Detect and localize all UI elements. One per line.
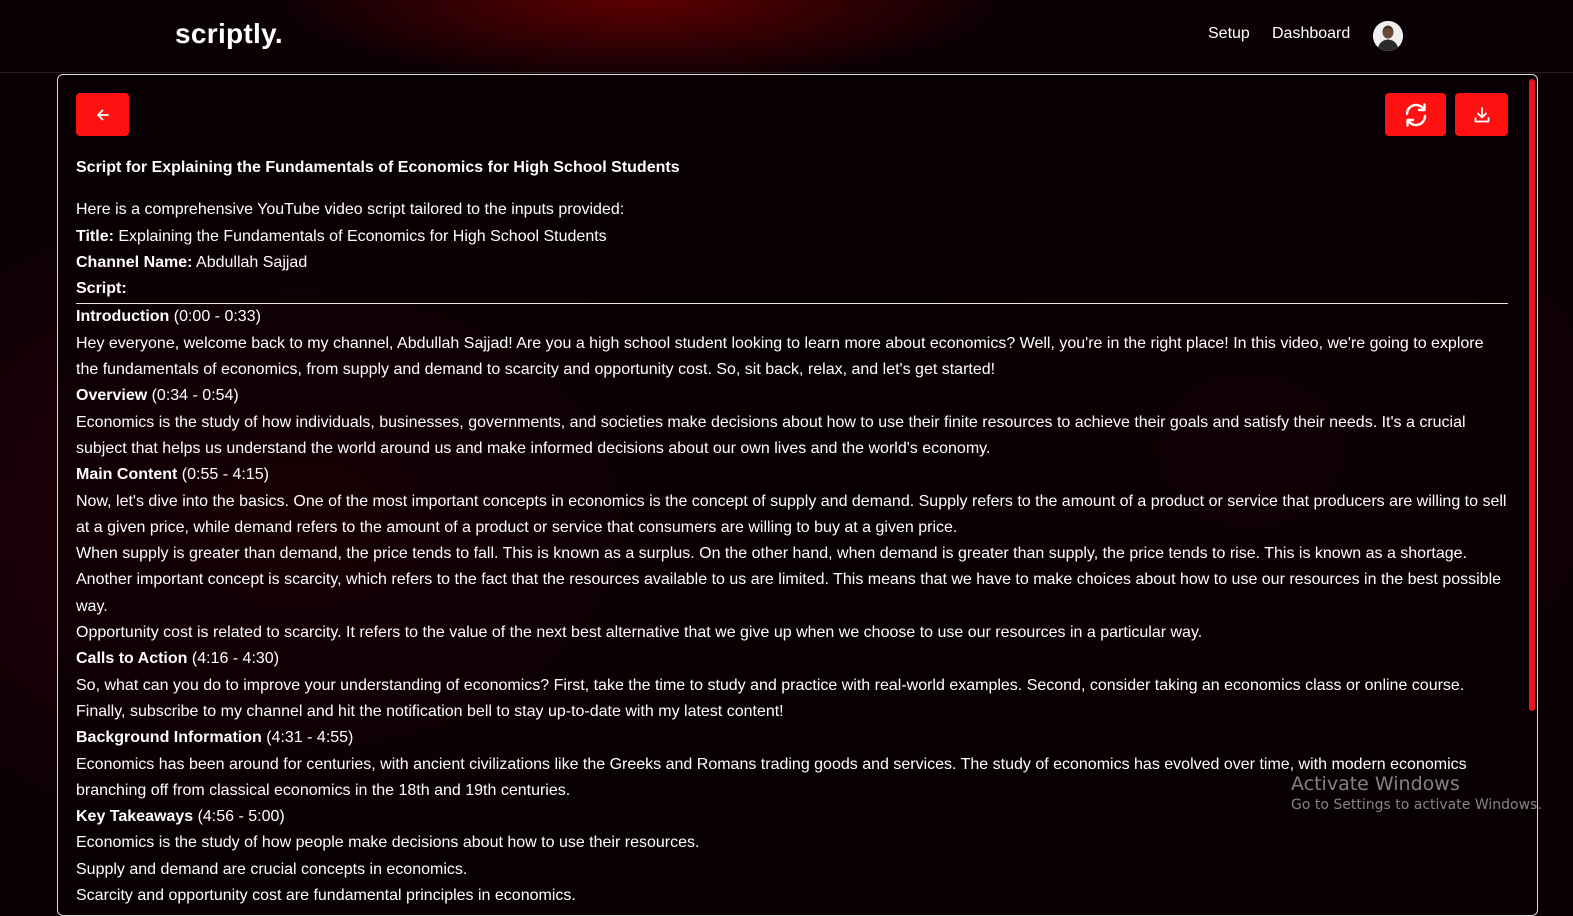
takeaway-item: Scarcity and opportunity cost are fundam…	[76, 887, 576, 905]
section-time: (0:55 - 4:15)	[177, 466, 269, 484]
section-time: (4:16 - 4:30)	[187, 650, 280, 668]
section-time: (0:34 - 0:54)	[147, 387, 239, 405]
section-label: Overview	[76, 387, 148, 405]
takeaway-item: Economics is the study of how people mak…	[76, 834, 700, 852]
section-time: (4:56 - 5:00)	[193, 808, 285, 826]
channel-value: Abdullah Sajjad	[192, 253, 308, 271]
section-label: Key Takeaways	[76, 808, 194, 826]
arrow-left-icon	[96, 109, 109, 120]
section-time: (4:31 - 4:55)	[261, 729, 354, 747]
watermark-subtitle: Go to Settings to activate Windows.	[1291, 797, 1542, 813]
main-content-paragraph: Another important concept is scarcity, w…	[76, 571, 1502, 615]
section-heading-background-information: Background Information (4:31 - 4:55)	[76, 725, 1508, 751]
section-label: Main Content	[76, 466, 178, 484]
download-icon	[1474, 106, 1489, 122]
user-avatar[interactable]	[1373, 21, 1403, 51]
channel-line: Channel Name: Abdullah Sajjad	[76, 250, 1508, 276]
title-value: Explaining the Fundamentals of Economics…	[113, 227, 607, 245]
main-content-paragraph: Opportunity cost is related to scarcity.…	[76, 624, 1203, 642]
section-heading-introduction: Introduction (0:00 - 0:33)	[76, 304, 1508, 330]
nav-link-setup[interactable]: Setup	[1208, 25, 1250, 43]
download-button[interactable]	[1455, 93, 1508, 136]
overview-text: Economics is the study of how individual…	[76, 413, 1466, 457]
back-button[interactable]	[76, 93, 129, 136]
title-line: Title: Explaining the Fundamentals of Ec…	[76, 224, 1508, 250]
avatar-icon	[1373, 21, 1403, 51]
calls-to-action-text: So, what can you do to improve your unde…	[76, 676, 1465, 720]
script-label: Script:	[76, 280, 127, 298]
section-heading-main-content: Main Content (0:55 - 4:15)	[76, 462, 1508, 488]
activate-windows-watermark: Activate Windows Go to Settings to activ…	[1291, 773, 1542, 813]
top-navbar: scriptly. Setup Dashboard	[0, 0, 1573, 73]
takeaway-item: Supply and demand are crucial concepts i…	[76, 860, 468, 878]
intro-line: Here is a comprehensive YouTube video sc…	[76, 201, 625, 219]
section-heading-calls-to-action: Calls to Action (4:16 - 4:30)	[76, 646, 1508, 672]
main-content-paragraph: Now, let's dive into the basics. One of …	[76, 492, 1507, 536]
regenerate-button[interactable]	[1385, 93, 1446, 136]
script-heading: Script for Explaining the Fundamentals o…	[76, 159, 680, 176]
scrollbar-thumb[interactable]	[1529, 79, 1535, 711]
watermark-title: Activate Windows	[1291, 773, 1460, 795]
section-label: Background Information	[76, 729, 262, 747]
section-time: (0:00 - 0:33)	[169, 308, 261, 326]
refresh-icon	[1405, 102, 1426, 127]
main-content-paragraph: When supply is greater than demand, the …	[76, 545, 1467, 563]
title-label: Title:	[76, 227, 114, 245]
section-label: Calls to Action	[76, 650, 188, 668]
channel-label: Channel Name:	[76, 253, 193, 271]
section-heading-overview: Overview (0:34 - 0:54)	[76, 383, 1508, 409]
introduction-text: Hey everyone, welcome back to my channel…	[76, 334, 1484, 379]
app-logo[interactable]: scriptly.	[175, 18, 283, 50]
nav-link-dashboard[interactable]: Dashboard	[1272, 25, 1350, 43]
section-label: Introduction	[76, 308, 170, 326]
